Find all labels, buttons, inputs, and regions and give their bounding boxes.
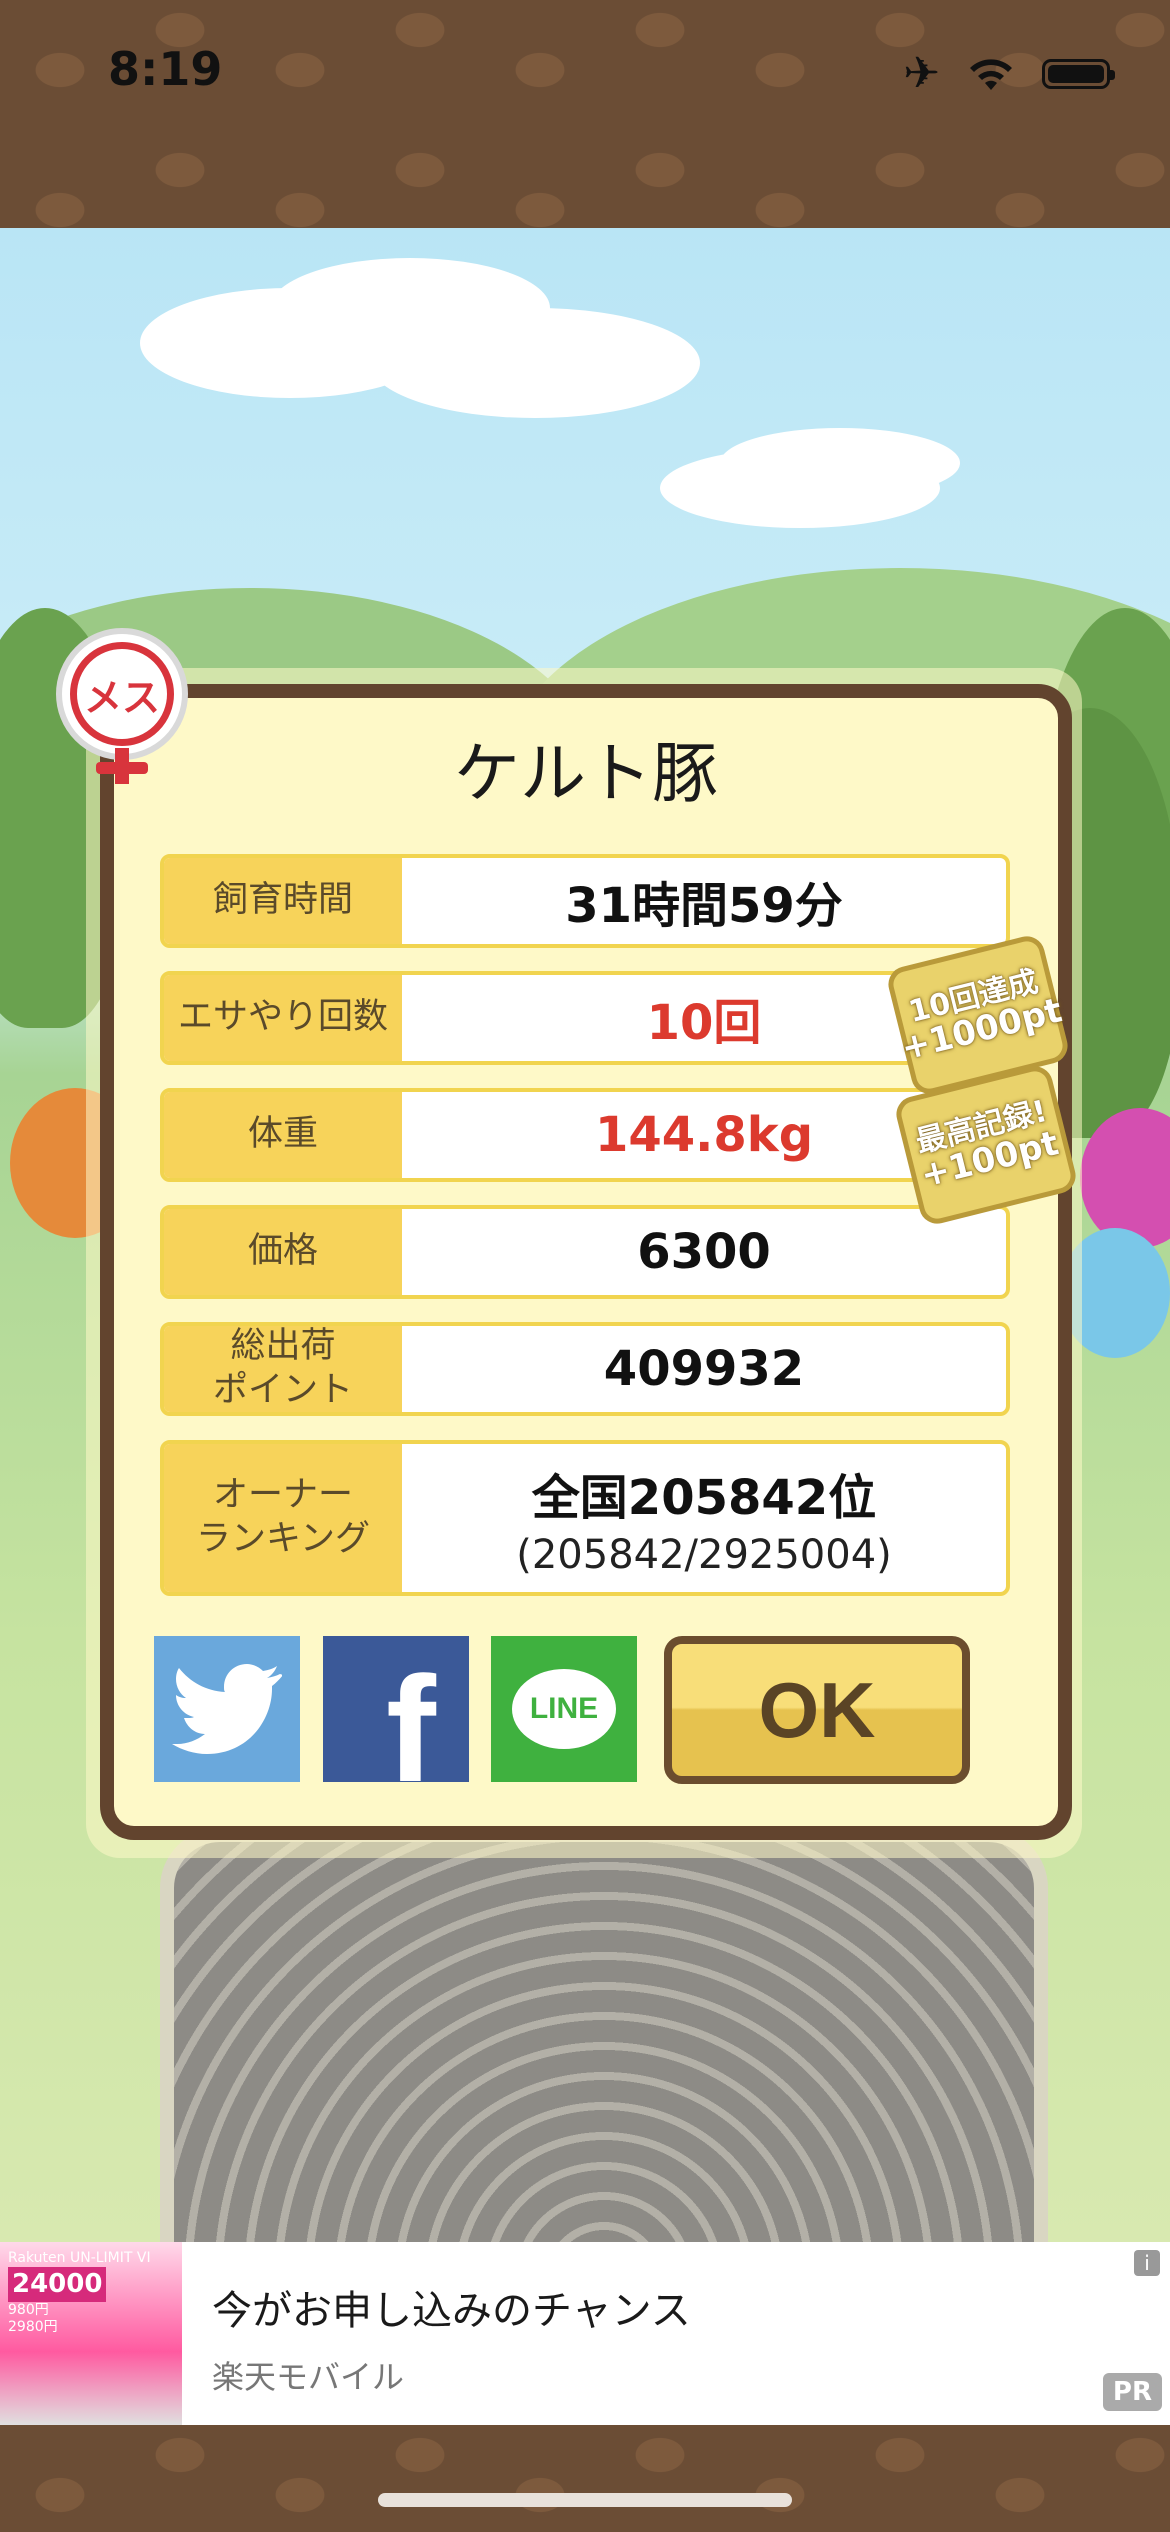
pig-name: ケルト豚	[454, 735, 718, 812]
twitter-icon	[172, 1664, 282, 1754]
home-indicator[interactable]	[378, 2493, 792, 2507]
stat-row-total-shipping-points: 総出荷 ポイント 409932	[160, 1322, 1010, 1416]
ad-banner[interactable]: Rakuten UN-LIMIT VI 24000 980円 2980円 今がお…	[0, 2242, 1170, 2425]
cloud	[370, 308, 700, 418]
stat-row-owner-ranking: オーナー ランキング 全国205842位 (205842/2925004)	[160, 1440, 1010, 1596]
airplane-icon: ✈	[903, 48, 940, 99]
status-bar: 8:19 ✈	[0, 0, 1170, 150]
status-time: 8:19	[108, 42, 223, 96]
stat-label: 体重	[164, 1092, 402, 1178]
ad-image-price2: 2980円	[8, 2318, 58, 2335]
stat-value: 31時間59分	[565, 878, 843, 934]
stat-row-price: 価格 6300	[160, 1205, 1010, 1299]
stat-label: 総出荷 ポイント	[164, 1326, 402, 1412]
line-share-button[interactable]: LINE	[491, 1636, 637, 1782]
facebook-share-button[interactable]: f	[323, 1636, 469, 1813]
stat-value: 6300	[637, 1224, 771, 1280]
stat-label: 価格	[164, 1209, 402, 1295]
stat-row-feed-count: エサやり回数 10回	[160, 971, 1010, 1065]
ad-info-icon[interactable]: i	[1134, 2250, 1160, 2276]
cloud	[720, 428, 960, 498]
wifi-icon	[966, 54, 1016, 94]
ranking-value: 全国205842位	[531, 1470, 877, 1526]
ad-image[interactable]: Rakuten UN-LIMIT VI 24000 980円 2980円	[0, 2242, 182, 2425]
ad-image-points: 24000	[8, 2266, 107, 2302]
battery-icon	[1042, 58, 1115, 89]
status-icons: ✈	[903, 48, 1115, 99]
stat-row-breeding-time: 飼育時間 31時間59分	[160, 854, 1010, 948]
line-icon: LINE	[512, 1669, 616, 1749]
ad-sponsor: 楽天モバイル	[212, 2358, 405, 2396]
ad-pr-badge: PR	[1102, 2373, 1162, 2411]
ad-image-brand: Rakuten UN-LIMIT VI	[8, 2250, 151, 2266]
stat-row-weight: 体重 144.8kg	[160, 1088, 1010, 1182]
background-bottom-pattern	[0, 2425, 1170, 2532]
stat-label: エサやり回数	[164, 975, 402, 1061]
ranking-detail: (205842/2925004)	[516, 1532, 892, 1578]
ok-button[interactable]: OK	[664, 1636, 970, 1784]
cobblestone-path	[160, 1828, 1048, 2242]
stat-label: 飼育時間	[164, 858, 402, 944]
ad-title[interactable]: 今がお申し込みのチャンス	[212, 2278, 691, 2336]
facebook-icon: f	[386, 1644, 436, 1813]
stat-value: 409932	[603, 1341, 805, 1397]
stat-label: オーナー ランキング	[164, 1444, 402, 1592]
ad-image-price1: 980円	[8, 2301, 49, 2318]
twitter-share-button[interactable]	[154, 1636, 300, 1782]
stat-value-group: 全国205842位 (205842/2925004)	[402, 1444, 1006, 1592]
